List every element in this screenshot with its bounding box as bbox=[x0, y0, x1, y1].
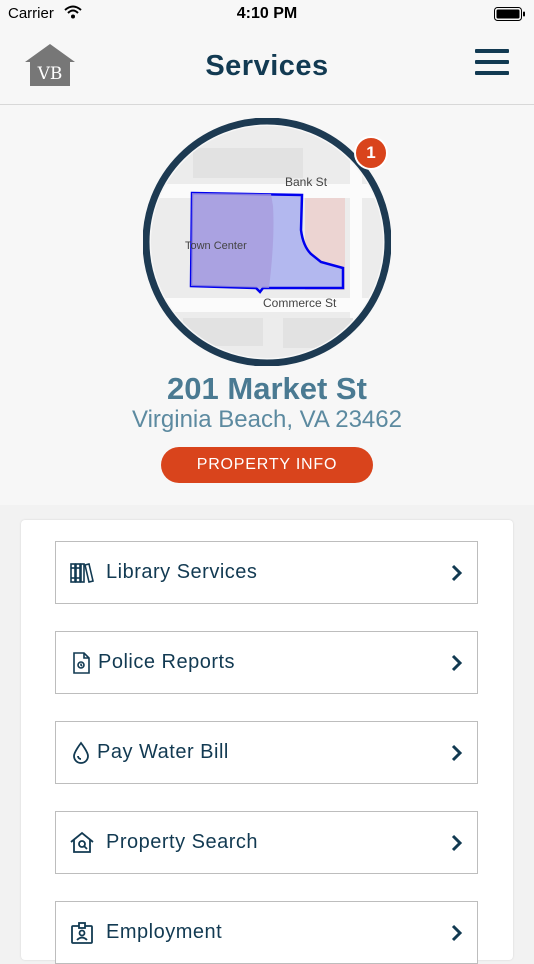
property-info-button[interactable]: PROPERTY INFO bbox=[161, 447, 373, 483]
chevron-right-icon bbox=[451, 924, 463, 947]
service-police-reports[interactable]: Police Reports bbox=[55, 631, 478, 694]
property-section: Bank St Town Center Commerce St 1 201 Ma… bbox=[0, 105, 534, 505]
clock: 4:10 PM bbox=[236, 5, 298, 22]
property-city: Virginia Beach, VA 23462 bbox=[132, 406, 402, 433]
battery-icon bbox=[494, 7, 526, 25]
app-header: VB Services bbox=[0, 28, 534, 105]
svg-text:Bank St: Bank St bbox=[285, 175, 328, 189]
service-water-bill[interactable]: Pay Water Bill bbox=[55, 721, 478, 784]
service-property-search[interactable]: Property Search bbox=[55, 811, 478, 874]
page-title: Services bbox=[205, 50, 329, 82]
service-label: Property Search bbox=[106, 831, 259, 853]
property-address: 201 Market St bbox=[167, 371, 367, 406]
service-label: Library Services bbox=[106, 561, 258, 583]
document-icon bbox=[70, 651, 94, 675]
chevron-right-icon bbox=[451, 564, 463, 587]
service-library[interactable]: Library Services bbox=[55, 541, 478, 604]
chevron-right-icon bbox=[451, 834, 463, 857]
chevron-right-icon bbox=[451, 744, 463, 767]
hamburger-menu-icon[interactable] bbox=[475, 48, 509, 81]
service-label: Employment bbox=[106, 921, 223, 943]
service-employment[interactable]: Employment bbox=[55, 901, 478, 964]
notification-badge[interactable]: 1 bbox=[354, 136, 388, 170]
service-label: Police Reports bbox=[98, 651, 236, 673]
books-icon bbox=[70, 561, 94, 585]
status-bar: Carrier 4:10 PM bbox=[0, 0, 534, 28]
chevron-right-icon bbox=[451, 654, 463, 677]
svg-text:Town Center: Town Center bbox=[185, 240, 247, 252]
service-label: Pay Water Bill bbox=[97, 741, 229, 763]
id-badge-icon bbox=[70, 921, 94, 945]
water-drop-icon bbox=[70, 741, 94, 765]
house-search-icon bbox=[70, 831, 94, 855]
services-card: Library Services Police Reports Pay Wate… bbox=[21, 520, 513, 964]
svg-text:Commerce St: Commerce St bbox=[263, 296, 337, 310]
